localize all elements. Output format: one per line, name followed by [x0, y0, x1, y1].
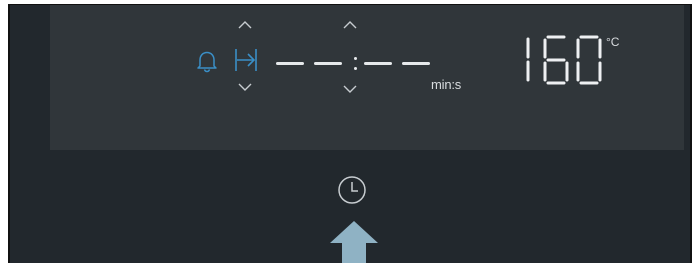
temperature-readout: 160 [518, 35, 638, 85]
temperature-unit-label: °C [606, 35, 620, 49]
oven-control-frame: --:-- min:s 160 [8, 4, 692, 263]
timer-colon-bottom [354, 67, 357, 70]
bell-icon[interactable] [196, 49, 218, 73]
clock-icon[interactable] [337, 175, 367, 205]
timer-digit-4 [402, 62, 430, 65]
timer-digit-2 [314, 62, 342, 65]
duration-end-icon[interactable] [234, 47, 258, 73]
time-up-chevron-icon[interactable] [343, 21, 357, 29]
timer-readout: --:-- [276, 55, 436, 75]
temperature-digit-0 [576, 35, 602, 85]
timer-unit-label: min:s [431, 77, 462, 92]
duration-down-chevron-icon[interactable] [238, 83, 252, 91]
duration-up-chevron-icon[interactable] [238, 21, 252, 29]
arrow-up-icon [330, 221, 378, 263]
timer-colon-top [354, 57, 357, 60]
timer-digit-1 [276, 62, 304, 65]
temperature-digit-6 [543, 35, 569, 85]
timer-digit-3 [364, 62, 392, 65]
display-panel: --:-- min:s 160 [50, 5, 684, 150]
time-down-chevron-icon[interactable] [343, 85, 357, 93]
